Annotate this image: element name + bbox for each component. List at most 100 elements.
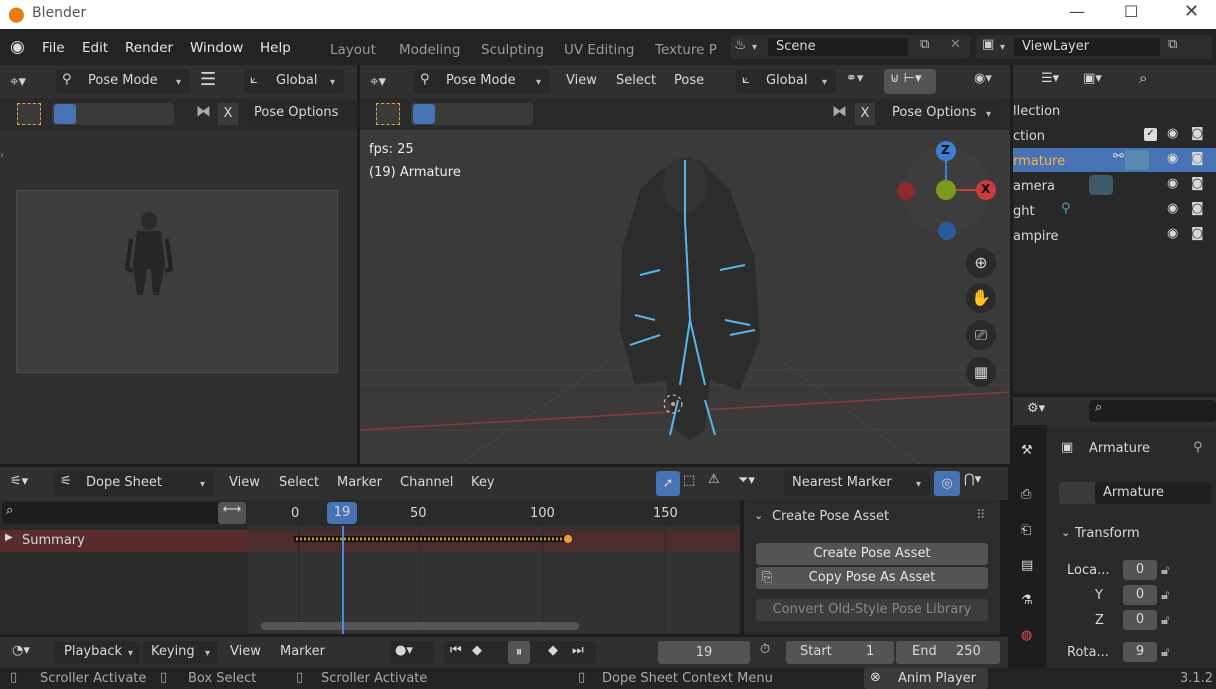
playhead-line[interactable]: [342, 526, 344, 634]
maximize-icon[interactable]: ☐: [1124, 2, 1138, 21]
select-cursor-icon[interactable]: ➚: [656, 471, 680, 496]
light-data-icon[interactable]: ⚲: [1061, 201, 1071, 216]
outliner-collection[interactable]: llection: [1013, 104, 1060, 119]
zoom-icon[interactable]: ⊕: [966, 248, 996, 278]
remove-scene-icon[interactable]: ✕: [950, 37, 961, 52]
mirror-x-toggle[interactable]: X: [218, 103, 238, 125]
falloff-icon[interactable]: ⋂▾: [964, 472, 981, 487]
display-mode-icon[interactable]: ▣▾: [1083, 71, 1102, 86]
timeline-menu-marker[interactable]: Marker: [280, 644, 325, 659]
menu-pose[interactable]: Pose: [674, 73, 704, 88]
eye-icon[interactable]: ◉: [1167, 201, 1178, 216]
location-x-field[interactable]: 0: [1123, 560, 1157, 580]
left-pose-options[interactable]: Pose Options: [246, 102, 357, 126]
rotation-field[interactable]: 9: [1123, 642, 1157, 662]
outliner-item-camera[interactable]: amera: [1013, 179, 1055, 194]
eye-icon[interactable]: ◉: [1167, 226, 1178, 241]
sidebar-toggle-icon[interactable]: ›: [0, 150, 4, 161]
warning-icon[interactable]: ⚠: [708, 472, 720, 487]
properties-search[interactable]: [1089, 400, 1216, 422]
output-tab-icon[interactable]: ⎗: [1021, 523, 1031, 538]
swap-icon[interactable]: ⟷: [218, 502, 246, 524]
scene-tab-icon[interactable]: ⚗: [1021, 593, 1033, 608]
pose-panel-title[interactable]: Create Pose Asset: [772, 509, 889, 524]
menu-help[interactable]: Help: [260, 40, 291, 56]
lock-icon[interactable]: 🔓︎: [1161, 588, 1169, 603]
object-type-dropdown[interactable]: [1059, 482, 1097, 504]
ds-menu-marker[interactable]: Marker: [337, 475, 382, 490]
tab-layout[interactable]: Layout: [330, 42, 376, 58]
camera-view-icon[interactable]: ⎚: [966, 320, 996, 350]
select-new-icon[interactable]: [413, 104, 435, 124]
next-keyframe-icon[interactable]: ◆: [548, 643, 558, 658]
search-icon[interactable]: ⌕: [1139, 69, 1147, 87]
camera-render-icon[interactable]: ◙: [1191, 176, 1204, 191]
viewport-pose-options[interactable]: Pose Options ▾: [882, 102, 1000, 126]
viewport-orientation-dropdown[interactable]: ⟀ Global ▾: [736, 69, 836, 94]
tab-texture-paint[interactable]: Texture P: [655, 42, 719, 58]
filter-icon[interactable]: ⏷▾: [738, 473, 755, 488]
tool-tab-icon[interactable]: ⚒: [1021, 443, 1033, 458]
keying-dropdown[interactable]: Keying ▾: [143, 641, 217, 664]
eye-icon[interactable]: ◉: [1167, 126, 1178, 141]
current-frame-marker[interactable]: 19: [327, 502, 357, 524]
chevron-down-icon[interactable]: ⌄: [754, 509, 763, 522]
blender-menu-icon[interactable]: ◉: [10, 37, 25, 57]
prev-keyframe-icon[interactable]: ◆: [472, 643, 482, 658]
menu-view[interactable]: View: [566, 73, 597, 88]
cancel-icon[interactable]: ⊗: [870, 670, 881, 685]
camera-render-icon[interactable]: ◙: [1191, 201, 1204, 216]
outliner-item-light[interactable]: ght: [1013, 204, 1035, 219]
menu-select[interactable]: Select: [616, 73, 656, 88]
camera-render-icon[interactable]: ◙: [1191, 126, 1204, 141]
menu-window[interactable]: Window: [190, 40, 243, 56]
new-viewlayer-icon[interactable]: ⧉: [1168, 37, 1177, 52]
playback-dropdown[interactable]: Playback ▾: [54, 641, 140, 664]
transform-panel-title[interactable]: Transform: [1075, 526, 1140, 541]
camera-data-icon[interactable]: [1089, 175, 1113, 195]
close-icon[interactable]: ✕: [1184, 1, 1199, 22]
pause-icon[interactable]: ⏸: [508, 641, 530, 664]
outliner-item-vampire[interactable]: ampire: [1013, 229, 1059, 244]
properties-type-icon[interactable]: ⚙▾: [1027, 401, 1045, 416]
left-orientation-dropdown[interactable]: ⟀ Global ▾: [244, 69, 344, 94]
tab-modeling[interactable]: Modeling: [399, 42, 460, 58]
chevron-down-icon[interactable]: ⌄: [1061, 526, 1070, 539]
ds-menu-select[interactable]: Select: [279, 475, 319, 490]
select-new-icon[interactable]: [54, 104, 76, 124]
viewlayer-selector[interactable]: ▣ ▾ ViewLayer ⧉: [976, 35, 1212, 59]
visibility-icon[interactable]: ◉▾: [974, 71, 992, 86]
camera-render-icon[interactable]: ◙: [1191, 151, 1204, 166]
location-z-field[interactable]: 0: [1123, 610, 1157, 630]
copy-pose-as-asset-button[interactable]: Copy Pose As Asset: [756, 567, 988, 589]
tab-sculpting[interactable]: Sculpting: [481, 42, 544, 58]
menu-file[interactable]: File: [42, 40, 65, 56]
left-mode-dropdown[interactable]: ⚲ Pose Mode ▾: [56, 69, 190, 94]
eye-icon[interactable]: ◉: [1167, 176, 1178, 191]
mirror-x-toggle[interactable]: X: [855, 103, 875, 125]
jump-end-icon[interactable]: ⏭: [572, 643, 584, 658]
pose-icon[interactable]: [1125, 150, 1149, 170]
drag-handle-icon[interactable]: ⠿: [976, 508, 986, 523]
select-tool-icon[interactable]: [17, 103, 41, 125]
new-scene-icon[interactable]: ⧉: [920, 37, 929, 52]
checkbox-icon[interactable]: ✓: [1144, 128, 1157, 141]
scene-selector[interactable]: ♨ ▾ Scene ⧉ ✕: [730, 35, 970, 59]
viewport-mode-dropdown[interactable]: ⚲ Pose Mode ▾: [414, 69, 550, 94]
viewport-editor-type-icon[interactable]: ⌖▾: [370, 72, 386, 90]
ds-menu-view[interactable]: View: [229, 475, 260, 490]
current-frame-field[interactable]: 19: [658, 641, 750, 664]
lock-icon[interactable]: 🔓︎: [1161, 613, 1169, 628]
dopesheet-editor-type-icon[interactable]: ⚟▾: [10, 474, 28, 489]
stopwatch-icon[interactable]: ⏱: [760, 642, 770, 657]
eye-icon[interactable]: ◉: [1167, 151, 1178, 166]
outliner-type-icon[interactable]: ☰▾: [1041, 71, 1059, 86]
world-tab-icon[interactable]: ◍: [1021, 628, 1032, 643]
channel-search[interactable]: [2, 502, 244, 524]
dopesheet-timeline[interactable]: 0 50 100 150 19: [248, 500, 740, 634]
perspective-grid-icon[interactable]: ▦: [966, 357, 996, 387]
armature-data-icon[interactable]: ⚯: [1113, 149, 1124, 164]
location-y-field[interactable]: 0: [1123, 585, 1157, 605]
camera-render-icon[interactable]: ◙: [1191, 226, 1204, 241]
menu-render[interactable]: Render: [125, 40, 173, 56]
